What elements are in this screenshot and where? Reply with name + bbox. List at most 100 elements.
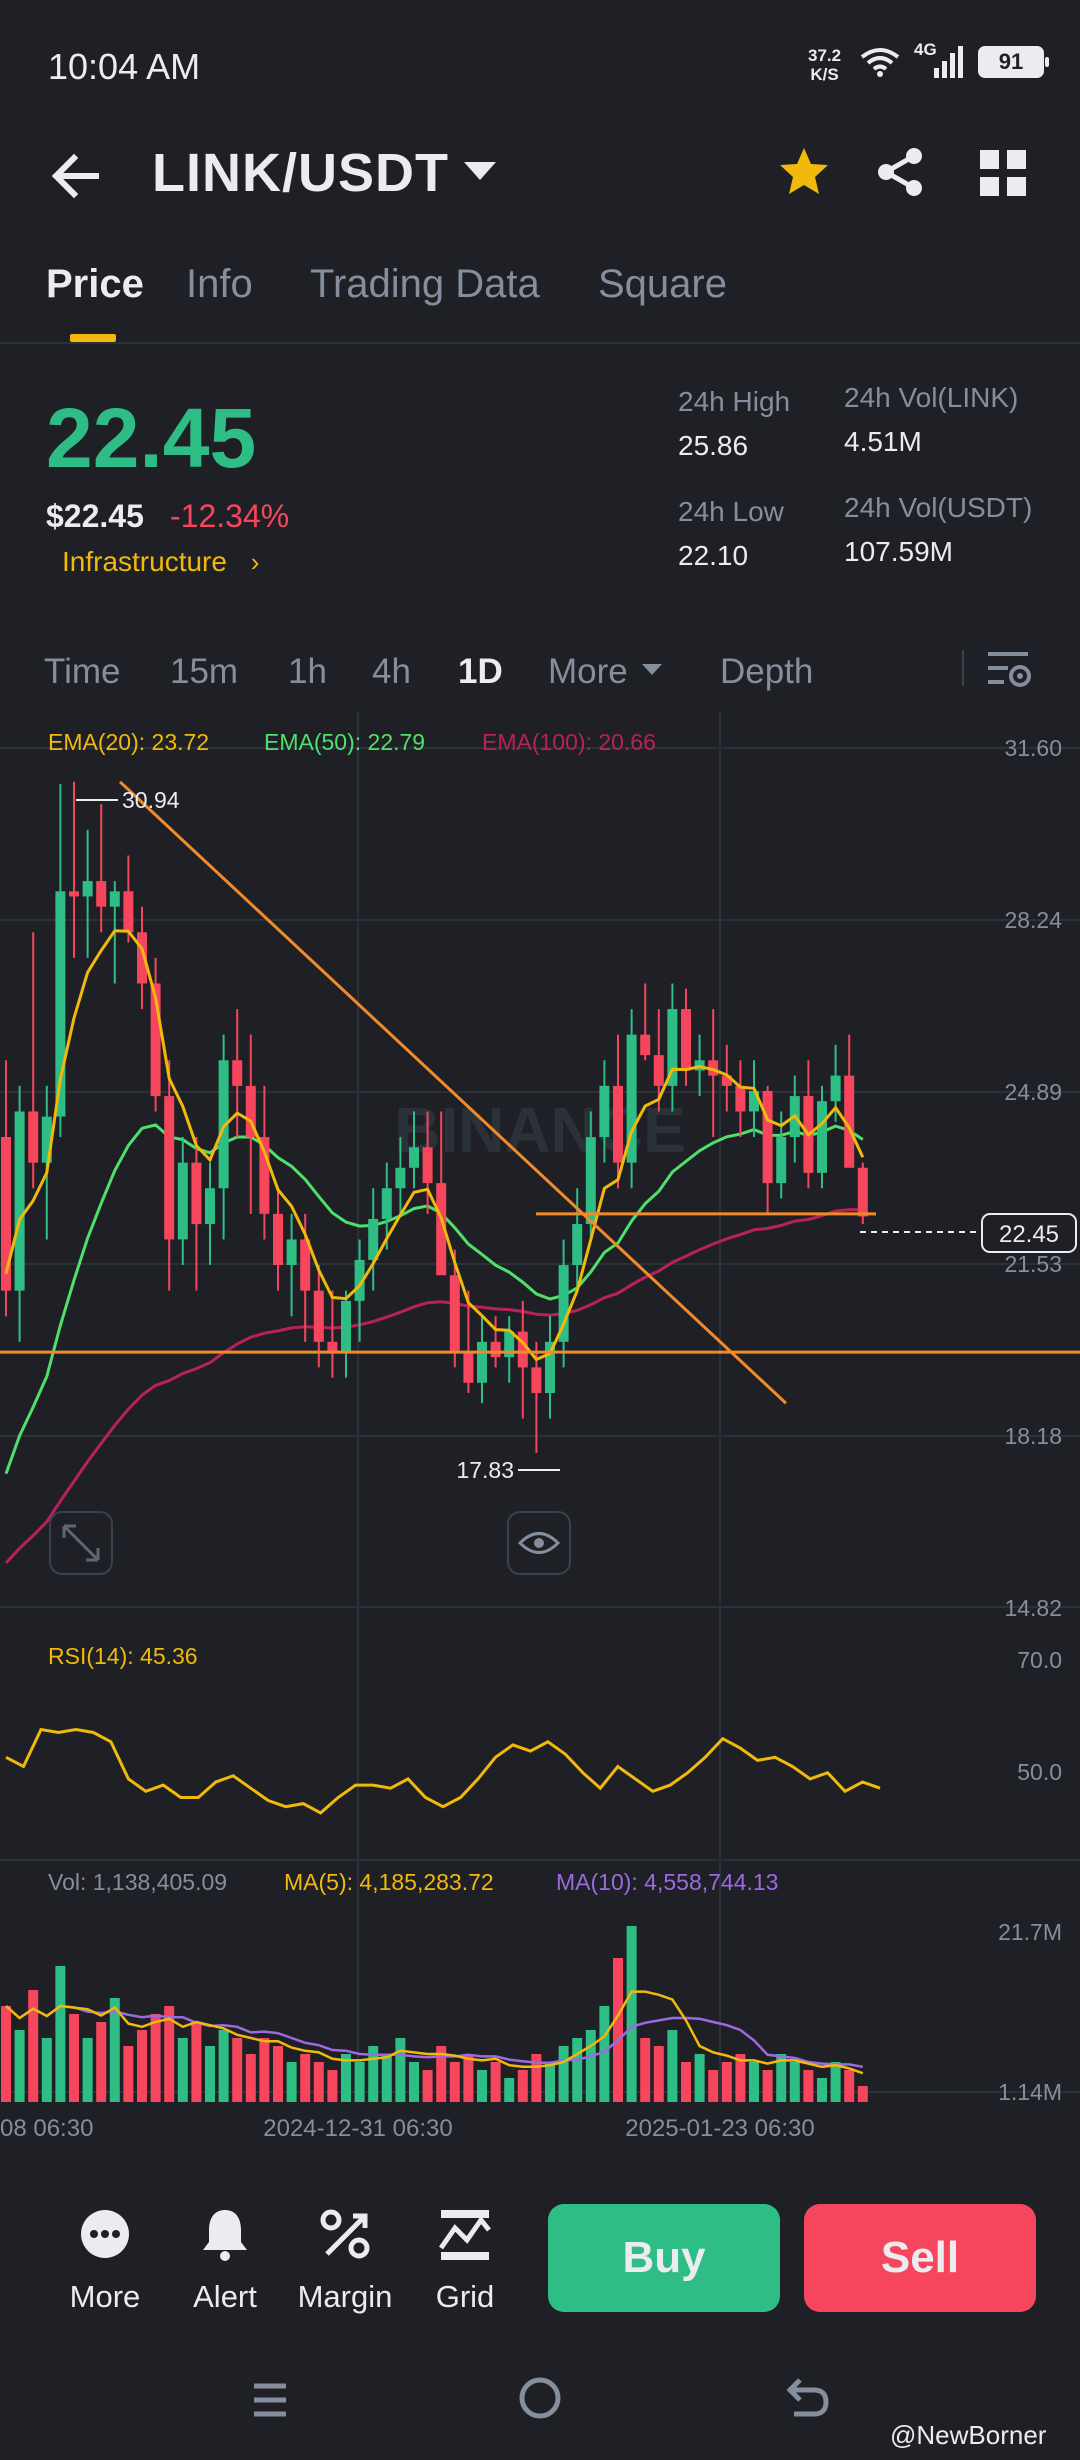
divider <box>0 342 1080 344</box>
stat-vol-usdt-value: 107.59M <box>844 536 953 567</box>
volume-bar <box>14 2030 25 2102</box>
chart-settings-icon[interactable] <box>984 646 1034 692</box>
recent-apps-icon[interactable] <box>246 2376 294 2424</box>
ema50-legend: EMA(50): 22.79 <box>264 729 425 755</box>
candle-body <box>477 1341 487 1383</box>
stat-low-label: 24h Low <box>678 496 784 527</box>
ema100-path <box>4 1208 863 1565</box>
ma5-legend: MA(5): 4,185,283.72 <box>284 1869 494 1895</box>
tab-square[interactable]: Square <box>598 262 727 307</box>
volume-bar <box>844 2070 855 2102</box>
candle-body <box>409 1147 419 1168</box>
volume-bar <box>626 1926 637 2102</box>
interval-1d[interactable]: 1D <box>458 652 503 692</box>
price-axis-label: 28.24 <box>1004 907 1062 933</box>
pair-title[interactable]: LINK/USDT <box>152 142 449 204</box>
current-price-value: 22.45 <box>999 1221 1059 1248</box>
more-action[interactable]: More <box>50 2204 160 2315</box>
grid-trading-icon <box>438 2210 491 2260</box>
volume-bar <box>681 2062 691 2102</box>
star-icon[interactable] <box>776 144 832 200</box>
candle-body <box>381 1188 392 1219</box>
back-nav-icon[interactable] <box>784 2374 832 2422</box>
ma5-path <box>5 1990 864 2075</box>
stat-vol-link-label: 24h Vol(LINK) <box>844 382 1019 413</box>
alert-action[interactable]: Alert <box>170 2204 280 2315</box>
candle-body <box>191 1162 202 1225</box>
interval-15m[interactable]: 15m <box>170 652 238 692</box>
back-arrow-icon[interactable] <box>48 148 104 204</box>
signal-icon: 4G <box>914 40 964 80</box>
sell-button[interactable]: Sell <box>804 2204 1036 2312</box>
volume-bar <box>245 2054 256 2102</box>
candle-body <box>368 1218 379 1260</box>
price-chart[interactable]: BINANCE EMA(20): 23.72 EMA(50): 22.79 EM… <box>0 712 1080 2160</box>
eye-icon[interactable] <box>507 1511 571 1575</box>
interval-more[interactable]: More <box>548 652 628 692</box>
network-speed: 37.2 K/S <box>808 46 841 84</box>
tab-trading-data[interactable]: Trading Data <box>310 262 540 307</box>
candle-body <box>273 1213 283 1266</box>
buy-button[interactable]: Buy <box>548 2204 780 2312</box>
volume-bar <box>82 2038 93 2102</box>
expand-icon[interactable] <box>49 1511 113 1575</box>
volume-bar <box>640 2038 651 2102</box>
candle-body <box>613 1085 623 1163</box>
volume-bar <box>205 2046 215 2102</box>
volume-bar <box>817 2078 827 2102</box>
home-icon[interactable] <box>516 2374 564 2422</box>
margin-action[interactable]: Margin <box>290 2204 400 2315</box>
candle-body <box>830 1075 841 1102</box>
rsi-axis-label: 50.0 <box>1017 1759 1062 1785</box>
volume-bar <box>123 2046 134 2102</box>
candle-body <box>585 1137 596 1225</box>
usd-price: $22.45 <box>46 498 144 534</box>
volume-bar <box>803 2070 814 2102</box>
tab-price[interactable]: Price <box>46 262 144 307</box>
volume-bar <box>409 2062 419 2102</box>
category-link[interactable]: Infrastructure › <box>62 546 259 578</box>
vol-axis-label: 1.14M <box>998 2079 1062 2105</box>
status-time: 10:04 AM <box>48 46 201 87</box>
candle-body <box>599 1085 610 1138</box>
grid-action[interactable]: Grid <box>410 2204 520 2315</box>
candle-body <box>857 1167 868 1217</box>
time-axis-label: 2024-12-31 06:30 <box>263 2115 453 2142</box>
volume-bar <box>69 2014 79 2102</box>
battery-icon: 91 <box>978 46 1049 78</box>
price-axis-label: 21.53 <box>1004 1251 1062 1277</box>
candle-body <box>490 1341 501 1358</box>
price-axis-label: 14.82 <box>1004 1595 1062 1621</box>
category-label: Infrastructure <box>62 546 227 577</box>
divider <box>962 650 964 686</box>
candle-body <box>640 1034 651 1056</box>
interval-depth[interactable]: Depth <box>720 652 813 692</box>
interval-1h[interactable]: 1h <box>288 652 327 692</box>
caret-down-icon[interactable] <box>642 664 662 675</box>
volume-bar <box>327 2070 338 2102</box>
interval-time[interactable]: Time <box>44 652 120 692</box>
alert-action-label: Alert <box>193 2279 257 2314</box>
share-icon[interactable] <box>872 144 928 200</box>
tab-info[interactable]: Info <box>186 262 253 307</box>
volume-bar <box>354 2062 365 2102</box>
network-speed-value: 37.2 <box>808 46 842 65</box>
caret-down-icon[interactable] <box>464 162 496 180</box>
interval-4h[interactable]: 4h <box>372 652 411 692</box>
low-marker-label: 17.83 <box>456 1457 514 1483</box>
volume-bar <box>300 2054 311 2102</box>
stat-vol-usdt-label: 24h Vol(USDT) <box>844 492 1033 523</box>
volume-bar <box>422 2070 433 2102</box>
candle-body <box>177 1162 188 1240</box>
candle-body <box>653 1055 664 1086</box>
candle-body <box>109 891 120 907</box>
volume-bar <box>381 2054 392 2102</box>
volume-bar <box>721 2062 732 2102</box>
candle-body <box>735 1085 746 1112</box>
volume-bar <box>395 2038 406 2102</box>
volume-bar <box>789 2062 800 2102</box>
volume-bar <box>41 2038 52 2102</box>
grid-icon[interactable] <box>978 148 1028 198</box>
rsi-line <box>5 1727 881 1815</box>
volume-bar <box>613 1958 623 2102</box>
